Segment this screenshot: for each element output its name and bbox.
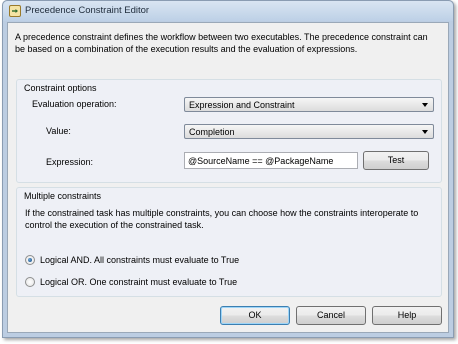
ok-button[interactable]: OK	[220, 306, 290, 325]
test-button[interactable]: Test	[363, 151, 429, 170]
expression-input[interactable]	[184, 152, 358, 169]
evaluation-operation-label: Evaluation operation:	[32, 99, 117, 109]
radio-selected-dot	[28, 258, 32, 262]
help-button[interactable]: Help	[372, 306, 442, 325]
logical-or-label[interactable]: Logical OR. One constraint must evaluate…	[40, 277, 237, 287]
constraint-editor-icon	[9, 5, 21, 17]
value-dropdown-value: Completion	[189, 127, 235, 137]
dialog-body: A precedence constraint defines the work…	[7, 22, 449, 333]
chevron-down-icon	[422, 103, 428, 107]
window-title: Precedence Constraint Editor	[25, 5, 150, 16]
expression-label: Expression:	[46, 157, 94, 167]
constraint-options-group: Constraint options Evaluation operation:…	[16, 79, 442, 183]
evaluation-operation-dropdown[interactable]: Expression and Constraint	[184, 97, 434, 112]
evaluation-operation-value: Expression and Constraint	[189, 100, 295, 110]
value-dropdown[interactable]: Completion	[184, 124, 434, 139]
logical-and-radio[interactable]	[25, 255, 35, 265]
value-label: Value:	[46, 126, 71, 136]
expression-input-field[interactable]	[185, 153, 357, 168]
title-bar[interactable]: Precedence Constraint Editor	[3, 1, 453, 21]
logical-or-radio[interactable]	[25, 277, 35, 287]
multiple-constraints-group: Multiple constraints If the constrained …	[16, 187, 442, 297]
multiple-constraints-label: Multiple constraints	[24, 191, 102, 201]
chevron-down-icon	[422, 130, 428, 134]
dialog-description: A precedence constraint defines the work…	[15, 32, 428, 54]
multiple-constraints-description: If the constrained task has multiple con…	[25, 208, 419, 230]
logical-and-label[interactable]: Logical AND. All constraints must evalua…	[40, 255, 239, 265]
cancel-button[interactable]: Cancel	[296, 306, 366, 325]
constraint-options-label: Constraint options	[24, 83, 97, 93]
precedence-constraint-editor-window: Precedence Constraint Editor A precedenc…	[2, 0, 454, 338]
